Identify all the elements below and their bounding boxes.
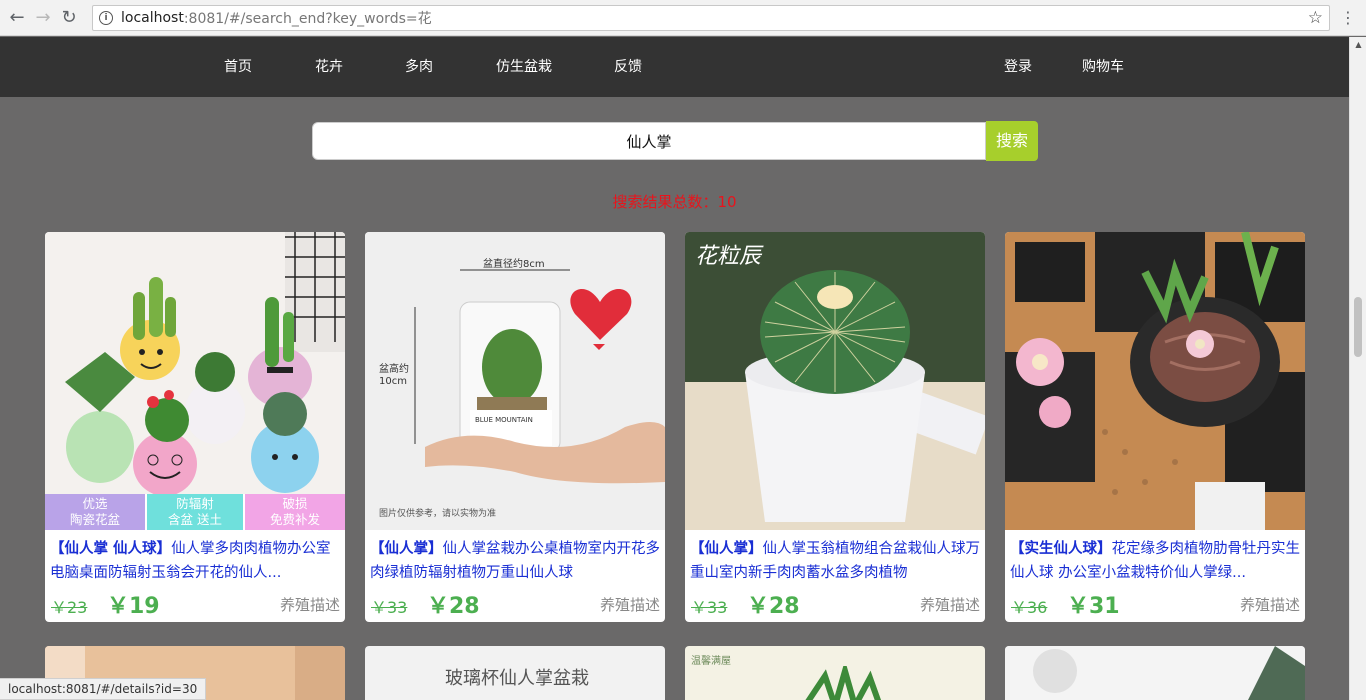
original-price: ￥33 xyxy=(371,598,408,617)
product-card[interactable]: 花粒辰 【仙人掌】仙人掌玉翁植物组合盆栽仙人球万重山室内新手肉肉蓄水盆多肉植物 … xyxy=(685,232,985,622)
result-count: 搜索结果总数：10 xyxy=(0,191,1349,212)
product-title[interactable]: 【实生仙人球】花定缘多肉植物肋骨牡丹实生仙人球 办公室小盆栽特价仙人掌绿... xyxy=(1010,537,1300,585)
product-card[interactable]: 盆直径约8cm 盆高约 10cm 图片仅供参考，请以实物为准 BLUE MOUN… xyxy=(365,232,665,622)
product-title[interactable]: 【仙人掌】仙人掌盆栽办公桌植物室内开花多肉绿植防辐射植物万重山仙人球 xyxy=(370,537,660,585)
url-path: :8081/#/search_end?key_words=花 xyxy=(183,11,432,27)
care-description-link[interactable]: 养殖描述 xyxy=(600,594,660,615)
sale-price: ￥28 xyxy=(427,594,480,619)
nav-home[interactable]: 首页 xyxy=(224,37,252,97)
nav-flowers[interactable]: 花卉 xyxy=(315,37,343,97)
product-card[interactable]: 【实生仙人球】花定缘多肉植物肋骨牡丹实生仙人球 办公室小盆栽特价仙人掌绿... … xyxy=(1005,232,1305,622)
product-image[interactable] xyxy=(45,232,345,530)
info-icon[interactable]: i xyxy=(99,11,113,25)
site-header: 首页 花卉 多肉 仿生盆栽 反馈 登录 购物车 xyxy=(0,37,1349,97)
product-image-caption: 温馨满屋 xyxy=(691,656,731,667)
product-tag: 【仙人掌】 xyxy=(370,541,443,557)
image-watermark: 花粒辰 xyxy=(695,244,762,269)
nav-artificial-bonsai[interactable]: 仿生盆栽 xyxy=(496,37,552,97)
result-count-value: 10 xyxy=(717,193,737,211)
sale-price: ￥28 xyxy=(747,594,800,619)
reload-icon[interactable]: ↻ xyxy=(56,5,82,31)
product-card-partial[interactable] xyxy=(1005,646,1305,700)
address-bar[interactable]: i localhost:8081/#/search_end?key_words=… xyxy=(92,5,1330,31)
forward-arrow-icon[interactable]: → xyxy=(30,5,56,31)
care-description-link[interactable]: 养殖描述 xyxy=(280,594,340,615)
image-caption-disclaimer: 图片仅供参考，请以实物为准 xyxy=(379,509,497,519)
original-price: ￥23 xyxy=(51,598,88,617)
product-title[interactable]: 【仙人掌 仙人球】仙人掌多肉肉植物办公室电脑桌面防辐射玉翁会开花的仙人... xyxy=(50,537,340,585)
back-arrow-icon[interactable]: ← xyxy=(4,5,30,31)
badge-quality: 优选 陶瓷花盆 xyxy=(69,496,120,527)
badge-replacement: 破损 免费补发 xyxy=(269,496,320,527)
search-input[interactable]: 仙人掌 xyxy=(312,122,986,160)
product-card[interactable]: 优选 陶瓷花盆 防辐射 含盆 送土 破损 免费补发 【仙人掌 仙人球】仙人掌多肉… xyxy=(45,232,345,622)
product-tag: 【仙人掌】 xyxy=(690,541,763,557)
product-image[interactable] xyxy=(1005,232,1305,530)
image-caption-diameter: 盆直径约8cm xyxy=(483,259,545,270)
nav-login[interactable]: 登录 xyxy=(1004,37,1032,97)
sale-price: ￥19 xyxy=(107,594,160,619)
scroll-thumb[interactable] xyxy=(1354,297,1362,357)
product-card-partial[interactable]: 玻璃杯仙人掌盆栽 xyxy=(365,646,665,700)
product-tag: 【实生仙人球】 xyxy=(1010,541,1112,557)
page-scrollbar[interactable]: ▲ xyxy=(1349,37,1366,700)
product-tag: 【仙人掌 仙人球】 xyxy=(50,541,172,557)
image-caption-brand: BLUE MOUNTAIN xyxy=(475,416,533,424)
product-card-partial[interactable]: 温馨满屋 xyxy=(685,646,985,700)
care-description-link[interactable]: 养殖描述 xyxy=(920,594,980,615)
sale-price: ￥31 xyxy=(1067,594,1120,619)
product-image[interactable] xyxy=(685,232,985,530)
scroll-up-icon[interactable]: ▲ xyxy=(1350,37,1366,53)
status-bar-url: localhost:8081/#/details?id=30 xyxy=(0,678,207,700)
care-description-link[interactable]: 养殖描述 xyxy=(1240,594,1300,615)
browser-menu-icon[interactable]: ⋮ xyxy=(1340,8,1356,27)
nav-feedback[interactable]: 反馈 xyxy=(614,37,642,97)
bookmark-star-icon[interactable]: ☆ xyxy=(1308,8,1323,28)
original-price: ￥33 xyxy=(691,598,728,617)
badge-radiation: 防辐射 含盆 送土 xyxy=(168,496,222,527)
search-button[interactable]: 搜索 xyxy=(986,121,1038,161)
url-host: localhost xyxy=(121,10,184,26)
original-price: ￥36 xyxy=(1011,598,1048,617)
nav-cart[interactable]: 购物车 xyxy=(1082,37,1124,97)
nav-succulents[interactable]: 多肉 xyxy=(405,37,433,97)
product-title[interactable]: 【仙人掌】仙人掌玉翁植物组合盆栽仙人球万重山室内新手肉肉蓄水盆多肉植物 xyxy=(690,537,980,585)
product-image-caption: 玻璃杯仙人掌盆栽 xyxy=(445,668,589,689)
result-count-label: 搜索结果总数： xyxy=(612,193,718,211)
image-caption-height: 盆高约 10cm xyxy=(379,364,409,387)
browser-toolbar: ← → ↻ i localhost:8081/#/search_end?key_… xyxy=(0,0,1366,36)
